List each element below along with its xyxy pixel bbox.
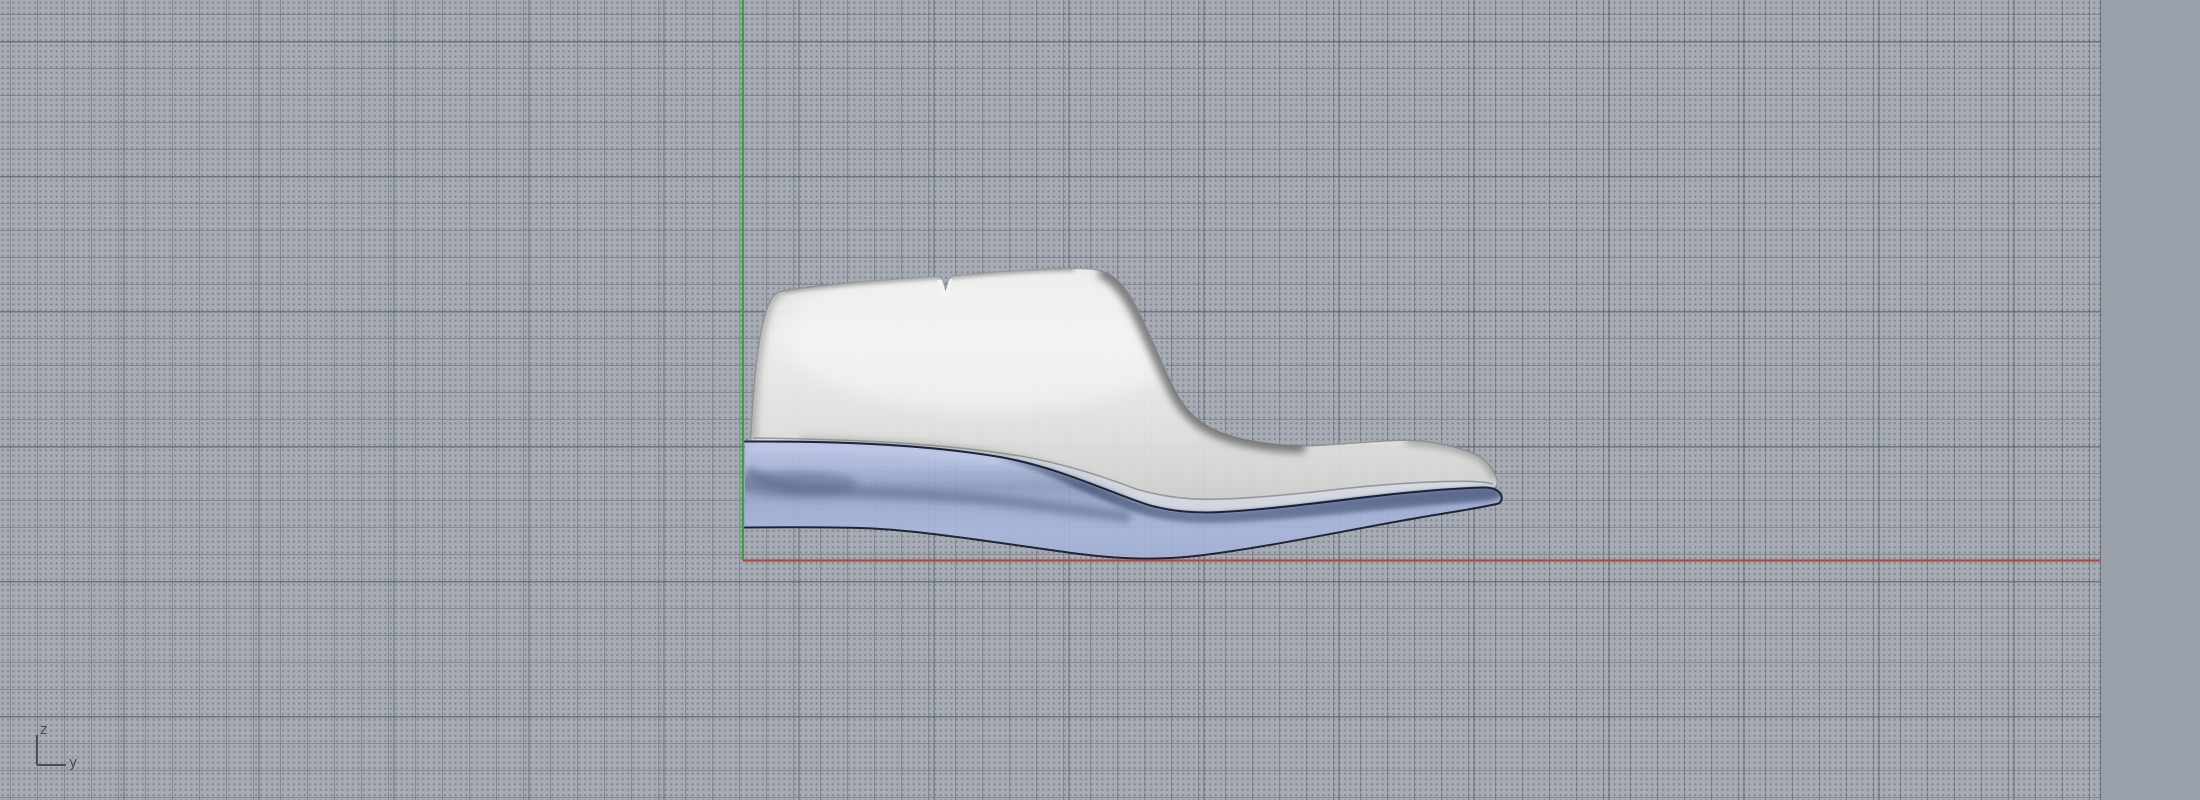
cad-viewport[interactable]: z y	[0, 0, 2200, 800]
sole-heel-ao	[745, 471, 857, 497]
gizmo-y-label: y	[69, 755, 77, 771]
last-center-highlight	[780, 268, 1200, 410]
axis-gizmo-lines	[36, 735, 66, 766]
gizmo-z-label: z	[40, 722, 47, 738]
scene-svg: z y	[36, 0, 2100, 771]
axis-gizmo: z y	[36, 722, 77, 771]
